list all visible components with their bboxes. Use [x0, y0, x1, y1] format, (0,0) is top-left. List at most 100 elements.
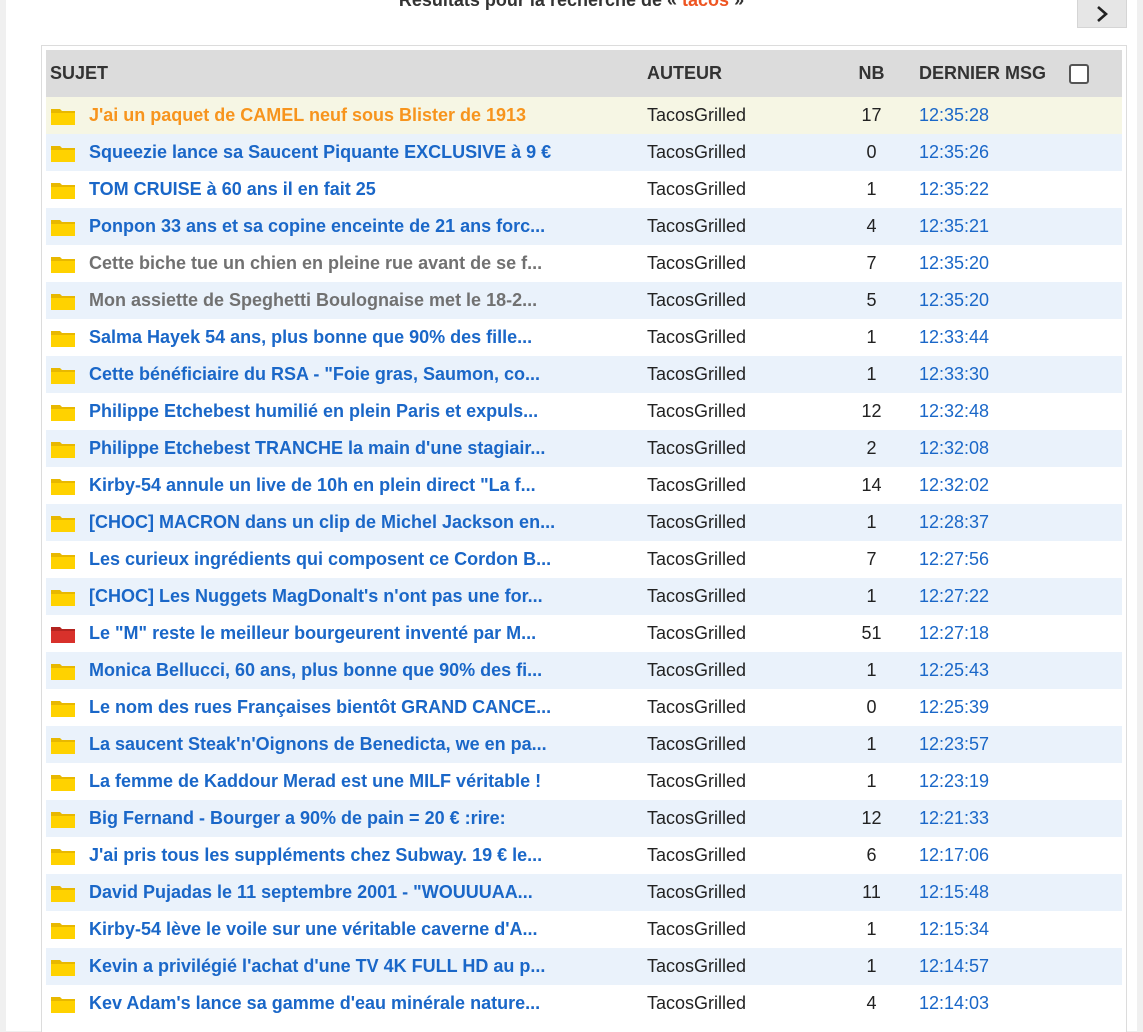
table-row: Kev Adam's lance sa gamme d'eau minérale… [46, 985, 1122, 1022]
row-author[interactable]: TacosGrilled [647, 874, 824, 911]
row-author[interactable]: TacosGrilled [647, 800, 824, 837]
topic-link[interactable]: J'ai pris tous les suppléments chez Subw… [89, 845, 647, 866]
row-author[interactable]: TacosGrilled [647, 615, 824, 652]
topic-link[interactable]: Ponpon 33 ans et sa copine enceinte de 2… [89, 216, 647, 237]
topic-link[interactable]: Salma Hayek 54 ans, plus bonne que 90% d… [89, 327, 647, 348]
row-subject-cell: La femme de Kaddour Merad est une MILF v… [89, 763, 647, 800]
last-message-link[interactable]: 12:23:57 [919, 734, 989, 754]
row-icon-cell [46, 393, 89, 430]
topic-link[interactable]: Monica Bellucci, 60 ans, plus bonne que … [89, 660, 647, 681]
last-message-link[interactable]: 12:14:57 [919, 956, 989, 976]
last-message-link[interactable]: 12:21:33 [919, 808, 989, 828]
last-message-link[interactable]: 12:14:03 [919, 993, 989, 1013]
row-reply-count: 1 [824, 319, 919, 356]
row-author[interactable]: TacosGrilled [647, 726, 824, 763]
last-message-link[interactable]: 12:32:48 [919, 401, 989, 421]
last-message-link[interactable]: 12:27:22 [919, 586, 989, 606]
last-message-link[interactable]: 12:27:56 [919, 549, 989, 569]
folder-icon [51, 478, 75, 495]
folder-icon [51, 108, 75, 125]
topic-link[interactable]: Kev Adam's lance sa gamme d'eau minérale… [89, 993, 647, 1014]
row-author[interactable]: TacosGrilled [647, 578, 824, 615]
last-message-link[interactable]: 12:35:22 [919, 179, 989, 199]
last-message-link[interactable]: 12:35:21 [919, 216, 989, 236]
last-message-link[interactable]: 12:17:06 [919, 845, 989, 865]
row-author[interactable]: TacosGrilled [647, 504, 824, 541]
last-message-link[interactable]: 12:35:26 [919, 142, 989, 162]
topic-link[interactable]: Squeezie lance sa Saucent Piquante EXCLU… [89, 142, 647, 163]
last-message-link[interactable]: 12:25:39 [919, 697, 989, 717]
table-header-row: SUJET AUTEUR NB DERNIER MSG [46, 50, 1122, 97]
topic-link[interactable]: David Pujadas le 11 septembre 2001 - "WO… [89, 882, 647, 903]
last-message-link[interactable]: 12:33:44 [919, 327, 989, 347]
row-reply-count: 1 [824, 948, 919, 985]
last-message-link[interactable]: 12:32:02 [919, 475, 989, 495]
last-message-link[interactable]: 12:28:37 [919, 512, 989, 532]
row-author[interactable]: TacosGrilled [647, 282, 824, 319]
row-author[interactable]: TacosGrilled [647, 985, 824, 1022]
topic-link[interactable]: Mon assiette de Speghetti Boulognaise me… [89, 290, 647, 311]
last-message-link[interactable]: 12:35:28 [919, 105, 989, 125]
last-message-link[interactable]: 12:25:43 [919, 660, 989, 680]
topic-link[interactable]: Kirby-54 annule un live de 10h en plein … [89, 475, 647, 496]
topic-link[interactable]: Philippe Etchebest TRANCHE la main d'une… [89, 438, 647, 459]
row-last-msg-cell: 12:27:56 [919, 541, 1069, 578]
row-reply-count: 7 [824, 245, 919, 282]
topic-link[interactable]: Philippe Etchebest humilié en plein Pari… [89, 401, 647, 422]
row-author[interactable]: TacosGrilled [647, 97, 824, 134]
topic-link[interactable]: Cette biche tue un chien en pleine rue a… [89, 253, 647, 274]
topic-link[interactable]: La saucent Steak'n'Oignons de Benedicta,… [89, 734, 647, 755]
select-all-checkbox[interactable] [1069, 64, 1089, 85]
folder-icon [51, 700, 75, 717]
topic-link[interactable]: Kirby-54 lève le voile sur une véritable… [89, 919, 647, 940]
row-check-cell [1069, 948, 1122, 985]
topic-link[interactable]: Le nom des rues Françaises bientôt GRAND… [89, 697, 647, 718]
topic-link[interactable]: [CHOC] MACRON dans un clip de Michel Jac… [89, 512, 647, 533]
last-message-link[interactable]: 12:32:08 [919, 438, 989, 458]
topic-link[interactable]: Cette bénéficiaire du RSA - "Foie gras, … [89, 364, 647, 385]
topic-link[interactable]: Le "M" reste le meilleur bourgeurent inv… [89, 623, 647, 644]
topic-link[interactable]: TOM CRUISE à 60 ans il en fait 25 [89, 179, 647, 200]
folder-icon [51, 811, 75, 828]
topic-link[interactable]: Big Fernand - Bourger a 90% de pain = 20… [89, 808, 647, 829]
row-author[interactable]: TacosGrilled [647, 208, 824, 245]
last-message-link[interactable]: 12:15:34 [919, 919, 989, 939]
last-message-link[interactable]: 12:15:48 [919, 882, 989, 902]
topic-link[interactable]: La femme de Kaddour Merad est une MILF v… [89, 771, 647, 792]
row-author[interactable]: TacosGrilled [647, 541, 824, 578]
topic-link[interactable]: Les curieux ingrédients qui composent ce… [89, 549, 647, 570]
topic-link[interactable]: Kevin a privilégié l'achat d'une TV 4K F… [89, 956, 647, 977]
row-author[interactable]: TacosGrilled [647, 171, 824, 208]
row-author[interactable]: TacosGrilled [647, 948, 824, 985]
row-icon-cell [46, 319, 89, 356]
last-message-link[interactable]: 12:35:20 [919, 253, 989, 273]
row-author[interactable]: TacosGrilled [647, 245, 824, 282]
last-message-link[interactable]: 12:33:30 [919, 364, 989, 384]
row-last-msg-cell: 12:23:19 [919, 763, 1069, 800]
row-author[interactable]: TacosGrilled [647, 689, 824, 726]
row-icon-cell [46, 208, 89, 245]
topic-link[interactable]: [CHOC] Les Nuggets MagDonalt's n'ont pas… [89, 586, 647, 607]
row-author[interactable]: TacosGrilled [647, 763, 824, 800]
row-author[interactable]: TacosGrilled [647, 430, 824, 467]
row-subject-cell: TOM CRUISE à 60 ans il en fait 25 [89, 171, 647, 208]
next-page-button[interactable] [1077, 0, 1127, 28]
row-author[interactable]: TacosGrilled [647, 134, 824, 171]
row-check-cell [1069, 393, 1122, 430]
row-reply-count: 6 [824, 837, 919, 874]
row-last-msg-cell: 12:25:39 [919, 689, 1069, 726]
row-author[interactable]: TacosGrilled [647, 393, 824, 430]
row-author[interactable]: TacosGrilled [647, 652, 824, 689]
row-check-cell [1069, 319, 1122, 356]
last-message-link[interactable]: 12:23:19 [919, 771, 989, 791]
row-author[interactable]: TacosGrilled [647, 467, 824, 504]
last-message-link[interactable]: 12:27:18 [919, 623, 989, 643]
row-last-msg-cell: 12:15:34 [919, 911, 1069, 948]
last-message-link[interactable]: 12:35:20 [919, 290, 989, 310]
row-author[interactable]: TacosGrilled [647, 911, 824, 948]
row-reply-count: 1 [824, 911, 919, 948]
row-author[interactable]: TacosGrilled [647, 356, 824, 393]
row-author[interactable]: TacosGrilled [647, 837, 824, 874]
topic-link[interactable]: J'ai un paquet de CAMEL neuf sous Bliste… [89, 105, 647, 126]
row-author[interactable]: TacosGrilled [647, 319, 824, 356]
